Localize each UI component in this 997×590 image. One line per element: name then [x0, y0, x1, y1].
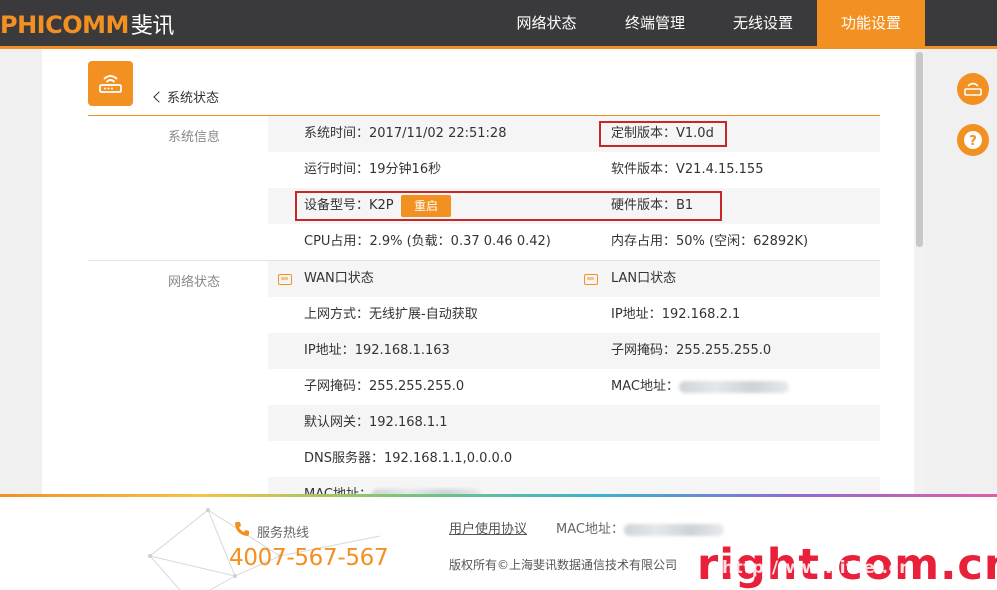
router-shortcut-button[interactable]: [957, 73, 989, 105]
wan-subnet-mask: 子网掩码：255.255.255.0: [304, 379, 465, 394]
back-to-system-status[interactable]: 系统状态: [153, 87, 219, 106]
router-icon: [964, 82, 982, 96]
router-icon: [88, 61, 133, 106]
network-status-label: 网络状态: [168, 275, 221, 290]
lan-subnet-mask: 子网掩码：255.255.255.0: [611, 343, 772, 358]
highlight-box-custom-version: [599, 121, 727, 147]
help-button[interactable]: ?: [957, 124, 989, 156]
wan-status-title: WAN口状态: [304, 271, 374, 286]
wan-default-gateway: 默认网关：192.168.1.1: [304, 415, 448, 430]
copyright-text: 版权所有©上海斐讯数据通信技术有限公司: [449, 558, 678, 572]
wan-connection-type: 上网方式：无线扩展-自动获取: [304, 307, 478, 322]
phone-icon: [235, 522, 249, 536]
top-nav-bar: PHICOMM斐讯 网络状态 终端管理 无线设置 功能设置: [0, 0, 997, 48]
lan-ip-address: IP地址：192.168.2.1: [611, 307, 741, 322]
chevron-left-icon: [153, 91, 165, 103]
memory-usage: 内存占用：50% (空闲：62892K): [611, 234, 809, 249]
wan-dns-server: DNS服务器：192.168.1.1,0.0.0.0: [304, 451, 513, 466]
footer-mac-address: MAC地址：: [556, 518, 724, 537]
system-info-label: 系统信息: [168, 130, 221, 145]
highlight-box-model-hardware: [295, 191, 722, 221]
redacted-mac: [678, 380, 789, 393]
phicomm-logo: PHICOMM斐讯: [0, 11, 174, 39]
cpu-usage: CPU占用：2.9% (负载：0.37 0.46 0.42): [304, 234, 551, 249]
nav-network-status[interactable]: 网络状态: [493, 0, 600, 48]
wan-ip-address: IP地址：192.168.1.163: [304, 343, 450, 358]
question-icon: ?: [964, 131, 982, 149]
uptime: 运行时间：19分钟16秒: [304, 162, 442, 177]
system-time: 系统时间：2017/11/02 22:51:28: [304, 126, 507, 141]
scrollbar-thumb[interactable]: [916, 52, 923, 247]
lan-status-title: LAN口状态: [611, 271, 677, 286]
hotline-number: 4007-567-567: [229, 545, 389, 571]
svg-text:?: ?: [969, 134, 977, 149]
nav-terminal-management[interactable]: 终端管理: [601, 0, 709, 48]
lan-mac-address: MAC地址：: [611, 379, 789, 395]
section-divider: [88, 260, 880, 261]
wan-port-icon: [278, 274, 292, 285]
network-lines-decoration: [148, 508, 381, 590]
user-agreement-link[interactable]: 用户使用协议: [449, 518, 527, 537]
watermark-url: http://www.ittel.cn: [722, 558, 912, 578]
software-version: 软件版本：V21.4.15.155: [611, 162, 764, 177]
nav-wireless-settings[interactable]: 无线设置: [709, 0, 817, 48]
redacted-mac: [623, 523, 724, 536]
lan-port-icon: [584, 274, 598, 285]
hotline-label: 服务热线: [257, 526, 310, 541]
nav-function-settings[interactable]: 功能设置: [817, 0, 925, 48]
